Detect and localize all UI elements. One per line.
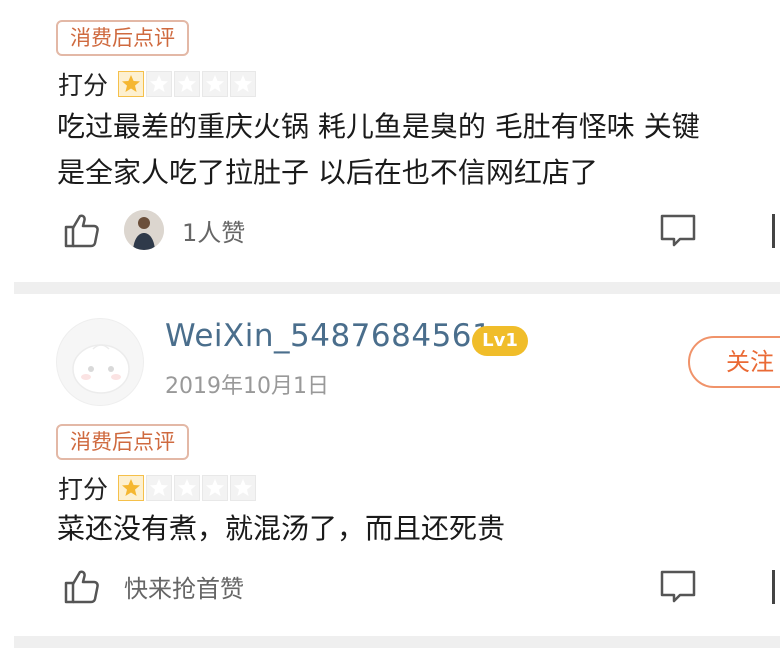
star-empty-icon <box>146 71 173 97</box>
star-rating <box>118 475 257 501</box>
review-text-line: 菜还没有煮，就混汤了，而且还死贵 <box>57 512 506 545</box>
username[interactable]: WeiXin_5487684561 <box>165 318 492 354</box>
share-icon[interactable] <box>772 214 780 248</box>
star-empty-icon <box>202 475 229 501</box>
avatar[interactable] <box>124 210 164 250</box>
comment-icon[interactable] <box>658 567 698 607</box>
star-empty-icon <box>230 71 257 97</box>
star-empty-icon <box>202 71 229 97</box>
review-card: WeiXin_5487684561 Lv1 2019年10月1日 关注 消费后点… <box>0 296 780 636</box>
avatar[interactable] <box>56 318 144 406</box>
star-filled-icon <box>118 71 145 97</box>
review-text-line: 是全家人吃了拉肚子 以后在也不信网红店了 <box>57 156 598 189</box>
review-tag: 消费后点评 <box>56 424 189 460</box>
thumbs-up-icon[interactable] <box>62 210 102 250</box>
first-like-prompt[interactable]: 快来抢首赞 <box>124 569 244 604</box>
review-card: 消费后点评 打分 吃过最差的重庆火锅 耗儿鱼是臭的 毛肚有怪味 关键 是全家人吃… <box>0 0 780 282</box>
star-filled-icon <box>118 475 145 501</box>
level-badge: Lv1 <box>472 326 528 356</box>
rating-row: 打分 <box>58 67 257 101</box>
follow-button[interactable]: 关注 <box>688 336 780 388</box>
star-empty-icon <box>230 475 257 501</box>
rating-label: 打分 <box>58 475 109 504</box>
likes-count[interactable]: 1人赞 <box>182 213 245 248</box>
review-actions: 快来抢首赞 <box>62 564 244 608</box>
review-tag: 消费后点评 <box>56 20 189 56</box>
star-rating <box>118 71 257 97</box>
rating-row: 打分 <box>58 471 257 505</box>
star-empty-icon <box>174 71 201 97</box>
divider <box>14 636 780 648</box>
review-text-line: 吃过最差的重庆火锅 耗儿鱼是臭的 毛肚有怪味 关键 <box>57 110 700 143</box>
share-icon[interactable] <box>772 570 780 604</box>
rating-label: 打分 <box>58 71 109 100</box>
comment-icon[interactable] <box>658 211 698 251</box>
thumbs-up-icon[interactable] <box>62 566 102 606</box>
star-empty-icon <box>174 475 201 501</box>
star-empty-icon <box>146 475 173 501</box>
review-actions: 1人赞 <box>62 208 245 252</box>
review-date: 2019年10月1日 <box>165 374 329 399</box>
divider <box>14 282 780 294</box>
